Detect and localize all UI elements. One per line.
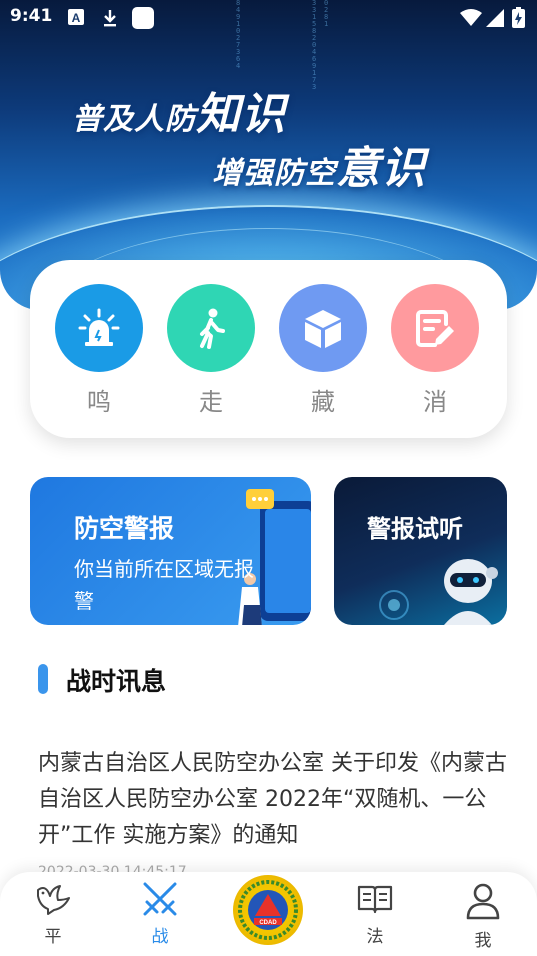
listen-title: 警报试听 bbox=[367, 515, 463, 543]
section-marker bbox=[38, 664, 48, 694]
status-bar: 9:41 A bbox=[0, 0, 537, 36]
news-item-title[interactable]: 内蒙古自治区人民防空办公室 关于印发《内蒙古自治区人民防空办公室 2022年“双… bbox=[38, 746, 508, 854]
action-eliminate[interactable]: 消 bbox=[390, 284, 480, 417]
status-time: 9:41 bbox=[10, 6, 53, 26]
action-sound-alarm[interactable]: 鸣 bbox=[54, 284, 144, 417]
hero-slogan-2-emphasis: 意识 bbox=[336, 143, 426, 194]
action-hide[interactable]: 藏 bbox=[278, 284, 368, 417]
svg-text:CDAD: CDAD bbox=[259, 920, 277, 926]
robot-illustration bbox=[379, 559, 498, 625]
tab-label: 法 bbox=[366, 927, 384, 947]
alarm-title: 防空警报 bbox=[74, 514, 175, 543]
section-title: 战时讯息 bbox=[66, 667, 167, 696]
action-card: 鸣 走 藏 消 bbox=[30, 260, 507, 438]
tab-peace[interactable]: 平 bbox=[23, 882, 83, 947]
action-circle bbox=[167, 284, 255, 372]
tab-label: 我 bbox=[474, 931, 492, 951]
dove-icon bbox=[37, 885, 70, 915]
action-label: 藏 bbox=[311, 388, 335, 416]
action-label: 鸣 bbox=[87, 388, 111, 416]
tab-law[interactable]: 法 bbox=[345, 882, 405, 947]
crossed-swords-icon bbox=[143, 882, 177, 916]
action-label: 走 bbox=[199, 388, 223, 416]
edit-note-icon bbox=[416, 310, 454, 347]
hero-slogan-2: 增强防空意识 bbox=[212, 132, 426, 196]
action-circle bbox=[55, 284, 143, 372]
civil-defense-logo: CDAD bbox=[238, 880, 298, 940]
wifi-icon bbox=[460, 9, 482, 26]
action-label: 消 bbox=[423, 388, 447, 416]
tab-me[interactable]: 我 bbox=[453, 882, 513, 951]
civil-defense-emblem[interactable]: CDAD bbox=[233, 875, 303, 945]
tab-label: 平 bbox=[44, 927, 62, 947]
svg-text:A: A bbox=[72, 11, 81, 25]
font-app-icon: A bbox=[68, 9, 84, 25]
bottom-tab-bar: 平 战 CDAD 法 我 bbox=[0, 872, 537, 956]
air-raid-alarm-card[interactable]: 防空警报 你当前所在区域无报警 bbox=[30, 477, 311, 625]
tab-label: 战 bbox=[151, 927, 169, 947]
battery-charging-icon bbox=[512, 7, 525, 28]
alarm-preview-card[interactable]: 警报试听 bbox=[334, 477, 507, 625]
cube-icon bbox=[305, 310, 341, 348]
action-circle bbox=[279, 284, 367, 372]
action-evacuate[interactable]: 走 bbox=[166, 284, 256, 417]
walking-person-icon bbox=[200, 308, 225, 349]
person-icon bbox=[466, 883, 500, 920]
signal-icon bbox=[486, 9, 504, 27]
tab-war[interactable]: 战 bbox=[130, 882, 190, 947]
book-icon bbox=[357, 885, 393, 914]
download-icon bbox=[104, 10, 116, 27]
siren-icon bbox=[78, 308, 120, 346]
hero-slogan-2-text: 增强防空 bbox=[212, 156, 336, 191]
alarm-status-text: 你当前所在区域无报警 bbox=[74, 557, 254, 613]
hero-slogan-1-text: 普及人防 bbox=[72, 102, 196, 137]
action-circle bbox=[391, 284, 479, 372]
app-notification-icon bbox=[132, 7, 154, 29]
